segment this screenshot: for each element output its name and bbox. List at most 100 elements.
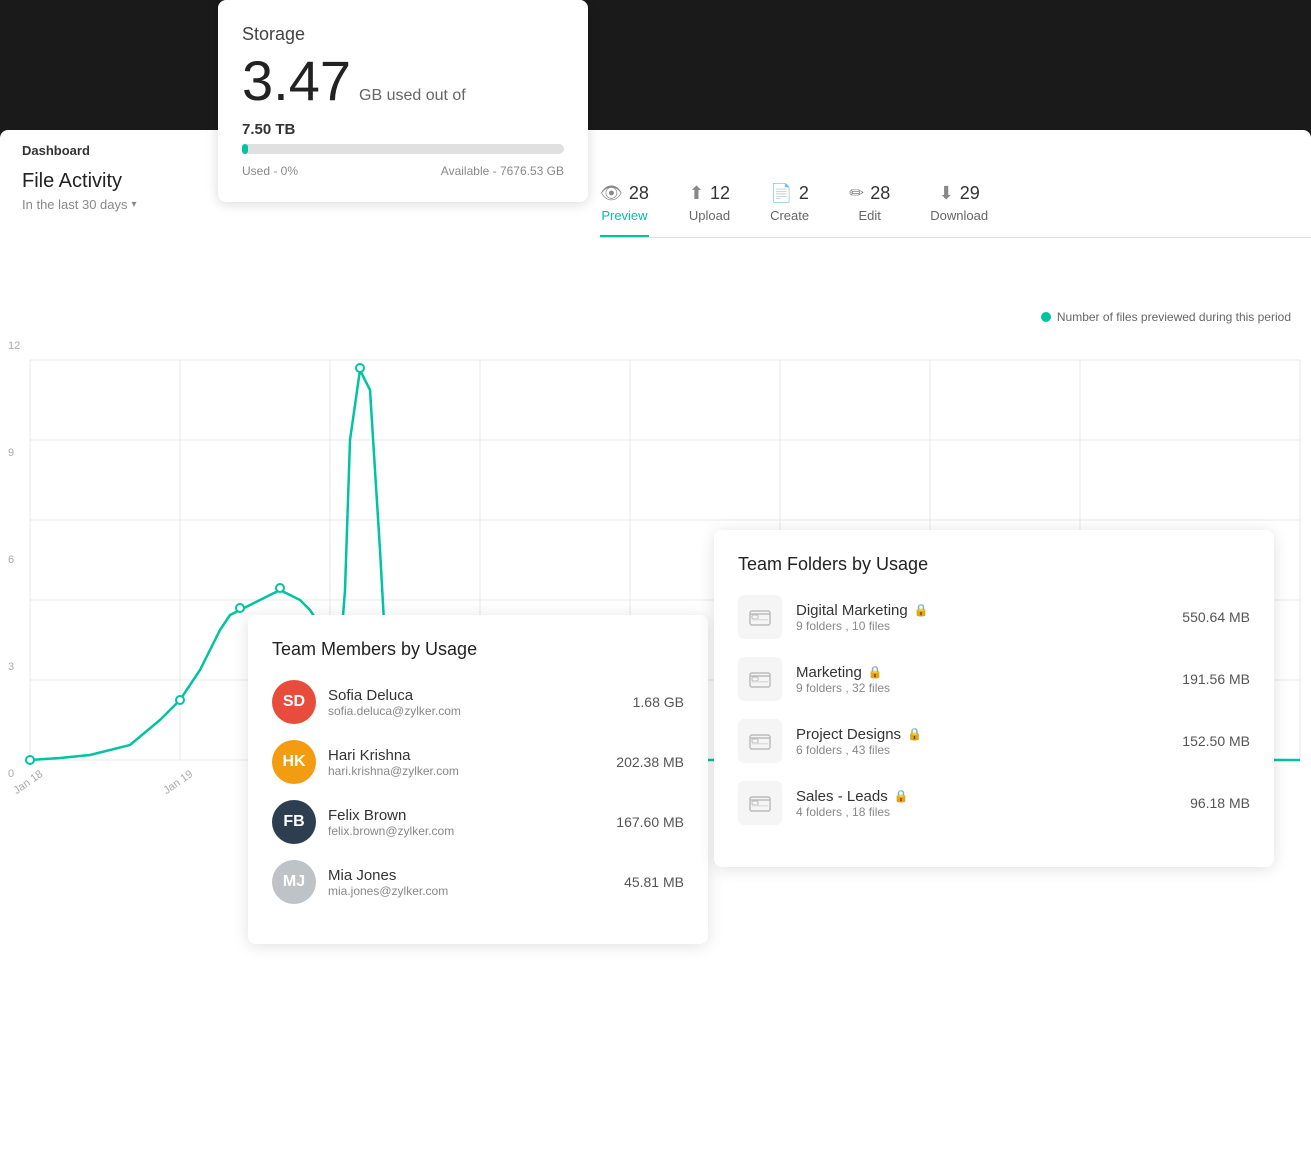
lock-icon: 🔒: [907, 727, 922, 741]
download-icon: ⬇: [939, 183, 954, 204]
storage-bar-fill: [242, 144, 248, 154]
folder-svg: [748, 791, 772, 815]
folder-meta-sales-leads: 4 folders , 18 files: [796, 805, 1176, 819]
storage-title: Storage: [242, 24, 564, 45]
folder-info-marketing: Marketing 🔒 9 folders , 32 files: [796, 664, 1168, 695]
member-row-mia: MJ Mia Jones mia.jones@zylker.com 45.81 …: [272, 860, 684, 904]
member-usage-sofia: 1.68 GB: [633, 694, 684, 710]
activity-tabs: 👁 28 Preview ⬆ 12 Upload 📄 2 Create ✏ 28…: [600, 183, 1311, 238]
member-email-felix: felix.brown@zylker.com: [328, 824, 604, 838]
folder-name-digital-marketing: Digital Marketing 🔒: [796, 602, 1168, 619]
member-name-felix: Felix Brown: [328, 807, 604, 824]
member-name-hari: Hari Krishna: [328, 747, 604, 764]
create-icon: 📄: [770, 183, 792, 204]
storage-total: 7.50 TB: [242, 121, 564, 138]
avatar-hari: HK: [272, 740, 316, 784]
team-members-title: Team Members by Usage: [272, 639, 684, 660]
file-activity-title: File Activity: [0, 170, 240, 193]
folder-row-marketing: Marketing 🔒 9 folders , 32 files 191.56 …: [738, 657, 1250, 701]
folder-info-project-designs: Project Designs 🔒 6 folders , 43 files: [796, 726, 1168, 757]
folder-name-sales-leads: Sales - Leads 🔒: [796, 788, 1176, 805]
file-activity-subtitle[interactable]: In the last 30 days ▾: [0, 197, 240, 212]
upload-icon: ⬆: [689, 183, 704, 204]
member-info-hari: Hari Krishna hari.krishna@zylker.com: [328, 747, 604, 778]
edit-count: 28: [870, 183, 890, 204]
storage-unit: GB used out of: [359, 87, 466, 105]
avatar-mia: MJ: [272, 860, 316, 904]
member-email-hari: hari.krishna@zylker.com: [328, 764, 604, 778]
svg-text:Jan 19: Jan 19: [161, 768, 195, 797]
member-usage-felix: 167.60 MB: [616, 814, 684, 830]
lock-icon: 🔒: [868, 665, 883, 679]
member-row-felix: FB Felix Brown felix.brown@zylker.com 16…: [272, 800, 684, 844]
folder-meta-project-designs: 6 folders , 43 files: [796, 743, 1168, 757]
member-info-felix: Felix Brown felix.brown@zylker.com: [328, 807, 604, 838]
preview-count: 28: [629, 183, 649, 204]
folder-row-digital-marketing: Digital Marketing 🔒 9 folders , 10 files…: [738, 595, 1250, 639]
member-name-sofia: Sofia Deluca: [328, 687, 621, 704]
folder-row-sales-leads: Sales - Leads 🔒 4 folders , 18 files 96.…: [738, 781, 1250, 825]
member-email-sofia: sofia.deluca@zylker.com: [328, 704, 621, 718]
lock-icon: 🔒: [894, 789, 909, 803]
team-members-card: Team Members by Usage SD Sofia Deluca so…: [248, 615, 708, 944]
storage-bar-background: [242, 144, 564, 154]
preview-icon: 👁: [600, 183, 623, 204]
folder-size-sales-leads: 96.18 MB: [1190, 795, 1250, 811]
legend-text: Number of files previewed during this pe…: [1057, 310, 1291, 324]
download-label: Download: [930, 208, 988, 223]
member-name-mia: Mia Jones: [328, 867, 612, 884]
member-usage-mia: 45.81 MB: [624, 874, 684, 890]
folder-meta-digital-marketing: 9 folders , 10 files: [796, 619, 1168, 633]
avatar-felix: FB: [272, 800, 316, 844]
storage-info: Used - 0% Available - 7676.53 GB: [242, 164, 564, 178]
tab-preview[interactable]: 👁 28 Preview: [600, 183, 649, 237]
member-info-mia: Mia Jones mia.jones@zylker.com: [328, 867, 612, 898]
tab-create[interactable]: 📄 2 Create: [770, 183, 809, 237]
upload-count: 12: [710, 183, 730, 204]
folder-row-project-designs: Project Designs 🔒 6 folders , 43 files 1…: [738, 719, 1250, 763]
folder-size-digital-marketing: 550.64 MB: [1182, 609, 1250, 625]
folder-info-digital-marketing: Digital Marketing 🔒 9 folders , 10 files: [796, 602, 1168, 633]
folder-size-project-designs: 152.50 MB: [1182, 733, 1250, 749]
storage-used-label: Used - 0%: [242, 164, 298, 178]
folder-svg: [748, 667, 772, 691]
folder-name-project-designs: Project Designs 🔒: [796, 726, 1168, 743]
chevron-down-icon: ▾: [132, 199, 137, 210]
team-folders-card: Team Folders by Usage Digital Marketing …: [714, 530, 1274, 867]
folder-info-sales-leads: Sales - Leads 🔒 4 folders , 18 files: [796, 788, 1176, 819]
storage-available-label: Available - 7676.53 GB: [441, 164, 564, 178]
edit-label: Edit: [858, 208, 880, 223]
create-label: Create: [770, 208, 809, 223]
storage-card: Storage 3.47 GB used out of 7.50 TB Used…: [218, 0, 588, 202]
folder-name-marketing: Marketing 🔒: [796, 664, 1168, 681]
tab-download[interactable]: ⬇ 29 Download: [930, 183, 988, 237]
folder-meta-marketing: 9 folders , 32 files: [796, 681, 1168, 695]
edit-icon: ✏: [849, 183, 864, 204]
file-activity-section: File Activity In the last 30 days ▾: [0, 170, 240, 212]
member-email-mia: mia.jones@zylker.com: [328, 884, 612, 898]
folder-icon-marketing: [738, 657, 782, 701]
chart-legend: Number of files previewed during this pe…: [1041, 310, 1291, 324]
tab-upload[interactable]: ⬆ 12 Upload: [689, 183, 730, 237]
member-info-sofia: Sofia Deluca sofia.deluca@zylker.com: [328, 687, 621, 718]
sidebar-dashboard-label: Dashboard: [22, 143, 90, 158]
legend-dot: [1041, 312, 1051, 322]
avatar-sofia: SD: [272, 680, 316, 724]
create-count: 2: [799, 183, 809, 204]
folder-icon-project-designs: [738, 719, 782, 763]
folder-icon-sales-leads: [738, 781, 782, 825]
storage-number: 3.47: [242, 53, 351, 109]
svg-text:Jan 18: Jan 18: [11, 768, 45, 797]
folder-icon-digital-marketing: [738, 595, 782, 639]
preview-label: Preview: [601, 208, 647, 223]
member-row-hari: HK Hari Krishna hari.krishna@zylker.com …: [272, 740, 684, 784]
tab-edit[interactable]: ✏ 28 Edit: [849, 183, 890, 237]
folder-svg: [748, 729, 772, 753]
download-count: 29: [960, 183, 980, 204]
team-folders-title: Team Folders by Usage: [738, 554, 1250, 575]
lock-icon: 🔒: [914, 603, 929, 617]
member-row-sofia: SD Sofia Deluca sofia.deluca@zylker.com …: [272, 680, 684, 724]
folder-size-marketing: 191.56 MB: [1182, 671, 1250, 687]
storage-amount: 3.47 GB used out of: [242, 53, 564, 109]
file-activity-subtitle-text: In the last 30 days: [22, 197, 128, 212]
